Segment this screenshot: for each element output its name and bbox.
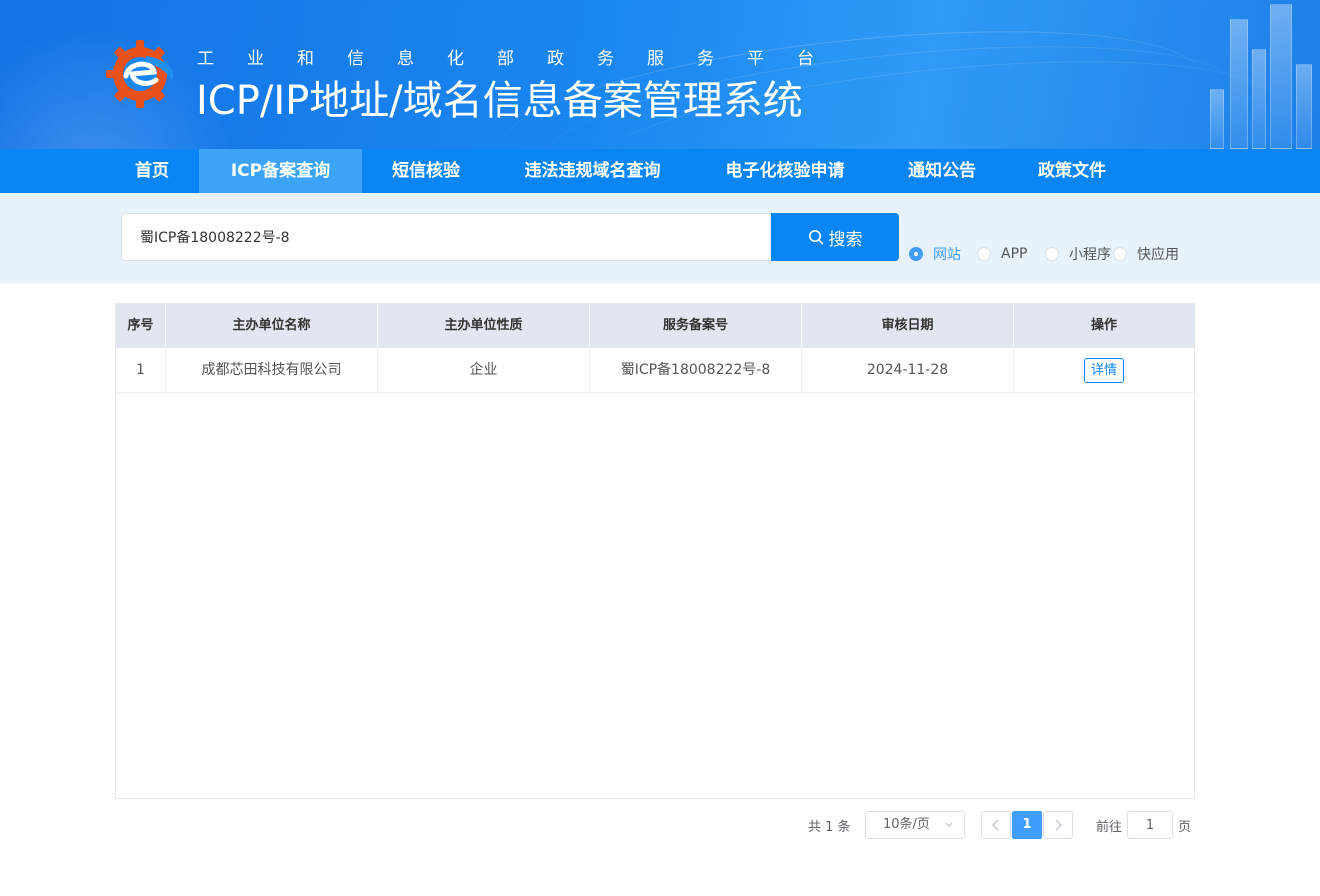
nav-item-policies[interactable]: 政策文件 (1018, 149, 1126, 193)
radio-mini-program[interactable]: 小程序 (1045, 245, 1111, 263)
col-review-date: 审核日期 (802, 304, 1014, 348)
nav-item-notices[interactable]: 通知公告 (888, 149, 996, 193)
platform-subtitle: 工业和信息化部政务服务平台 (197, 49, 847, 69)
radio-app[interactable]: APP (977, 245, 1027, 263)
chevron-right-icon (1055, 819, 1062, 831)
site-header: 工业和信息化部政务服务平台 ICP/IP地址/域名信息备案管理系统 (0, 0, 1320, 149)
cell-org-type: 企业 (378, 348, 590, 392)
nav-item-e-verify-apply[interactable]: 电子化核验申请 (705, 149, 865, 193)
col-record-no: 服务备案号 (590, 304, 802, 348)
goto-page-input[interactable] (1127, 811, 1173, 839)
nav-item-home[interactable]: 首页 (108, 149, 196, 193)
table-header: 序号 主办单位名称 主办单位性质 服务备案号 审核日期 操作 (116, 304, 1194, 348)
search-section: 搜索 网站 APP 小程序 快应用 (0, 193, 1320, 283)
table-row: 1 成都芯田科技有限公司 企业 蜀ICP备18008222号-8 2024-11… (116, 348, 1194, 393)
goto-unit-label: 页 (1178, 820, 1192, 835)
col-index: 序号 (116, 304, 166, 348)
page-size-select[interactable]: 10条/页 (865, 811, 965, 839)
system-title: ICP/IP地址/域名信息备案管理系统 (196, 78, 803, 124)
search-input[interactable] (121, 213, 772, 261)
nav-item-icp-query[interactable]: ICP备案查询 (199, 149, 362, 193)
search-icon (808, 230, 823, 245)
chevron-left-icon (992, 819, 999, 831)
results-table: 序号 主办单位名称 主办单位性质 服务备案号 审核日期 操作 1 成都芯田科技有… (115, 303, 1195, 799)
col-action: 操作 (1090, 318, 1117, 333)
page-number-current[interactable]: 1 (1012, 811, 1042, 839)
cell-record-no: 蜀ICP备18008222号-8 (590, 348, 802, 392)
city-skyline-decoration (1180, 0, 1320, 149)
search-button-label: 搜索 (828, 229, 863, 250)
next-page-button[interactable] (1043, 811, 1073, 839)
cell-org-name: 成都芯田科技有限公司 (166, 348, 378, 392)
cell-review-date: 2024-11-28 (802, 348, 1014, 392)
radio-website[interactable]: 网站 (909, 245, 961, 263)
cell-index: 1 (116, 348, 166, 392)
prev-page-button[interactable] (981, 811, 1011, 839)
col-org-name: 主办单位名称 (166, 304, 378, 348)
cell-action: 详情 (1014, 348, 1194, 392)
page-size-value: 10条/页 (883, 817, 930, 832)
radio-quick-app[interactable]: 快应用 (1113, 245, 1179, 263)
col-org-type: 主办单位性质 (378, 304, 590, 348)
chevron-down-icon (944, 812, 954, 848)
miit-logo-icon (106, 40, 174, 108)
main-nav: 首页 ICP备案查询 短信核验 违法违规域名查询 电子化核验申请 通知公告 政策… (0, 149, 1320, 193)
pagination-total: 共 1 条 (808, 820, 851, 835)
search-button[interactable]: 搜索 (771, 213, 899, 261)
nav-item-sms-verify[interactable]: 短信核验 (372, 149, 480, 193)
detail-button[interactable]: 详情 (1083, 357, 1124, 383)
goto-label: 前往 (1096, 820, 1123, 835)
nav-item-illegal-domain[interactable]: 违法违规域名查询 (505, 149, 680, 193)
